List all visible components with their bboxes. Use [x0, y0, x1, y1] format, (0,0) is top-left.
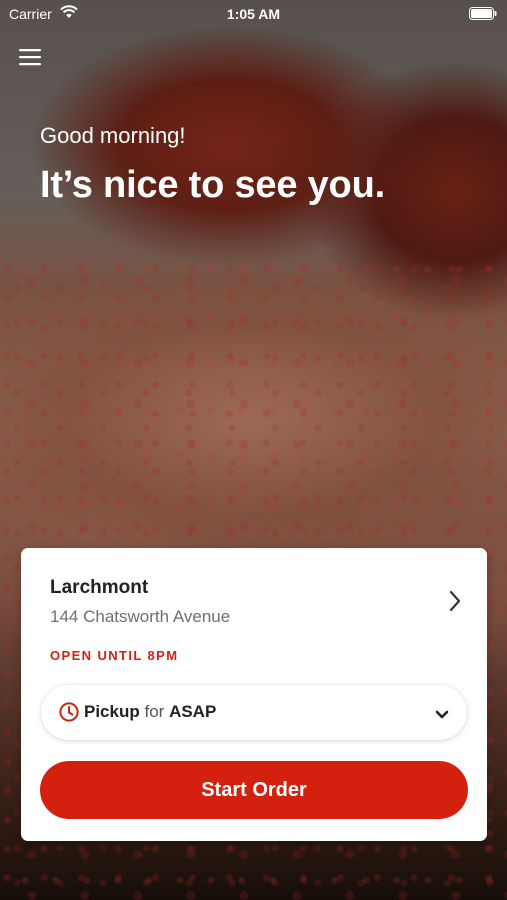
location-name: Larchmont [50, 577, 149, 598]
home-screen: Carrier 1:05 AM Good morning! It’s nice … [0, 0, 507, 900]
order-mode-time: ASAP [169, 702, 217, 721]
order-mode-for: for [144, 702, 165, 721]
location-address: 144 Chatsworth Avenue [50, 607, 231, 626]
battery-icon [469, 7, 497, 23]
clock-icon [59, 702, 79, 727]
greeting-text: Good morning! [40, 123, 186, 148]
order-mode-text: Pickup for ASAP [84, 702, 216, 722]
chevron-right-icon[interactable] [449, 590, 461, 617]
location-card: Larchmont 144 Chatsworth Avenue OPEN UNT… [21, 548, 487, 841]
chevron-down-icon[interactable] [435, 707, 449, 725]
order-mode-selector[interactable]: Pickup for ASAP [41, 685, 467, 740]
hamburger-menu-icon[interactable] [19, 48, 43, 70]
store-hours-label: OPEN UNTIL 8PM [50, 648, 179, 663]
start-order-button[interactable]: Start Order [40, 761, 468, 819]
clock-time: 1:05 AM [226, 6, 281, 22]
welcome-headline: It’s nice to see you. [40, 164, 385, 206]
order-mode-type: Pickup [84, 702, 140, 721]
location-selector[interactable]: Larchmont 144 Chatsworth Avenue [21, 548, 487, 648]
status-bar: Carrier 1:05 AM [0, 0, 507, 28]
